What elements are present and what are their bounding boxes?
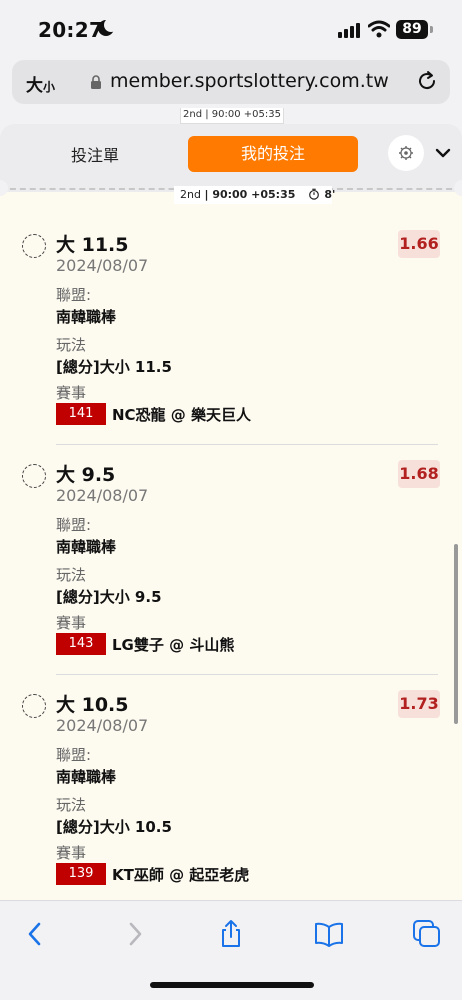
- event-label: 賽事: [56, 614, 87, 632]
- home-indicator: [150, 982, 314, 988]
- sheet-header: 投注單 我的投注: [0, 124, 462, 192]
- bet-date: 2024/08/07: [56, 716, 149, 735]
- bet-card[interactable]: 大 9.5 2024/08/07 1.68 聯盟: 南韓職棒 玩法 [總分]大小…: [0, 458, 462, 688]
- url-bar[interactable]: 大小 member.sportslottery.com.tw: [12, 60, 450, 104]
- scrollbar[interactable]: [454, 544, 458, 724]
- market-value: [總分]大小 11.5: [56, 358, 172, 376]
- event-name: LG雙子 @ 斗山熊: [112, 635, 235, 654]
- status-bar: 20:27 89: [0, 0, 462, 58]
- chevron-down-icon[interactable]: [434, 144, 452, 162]
- match-clock: 90:00 +05:35: [212, 188, 296, 201]
- event-name: NC恐龍 @ 樂天巨人: [112, 405, 252, 424]
- battery-tip: [430, 26, 433, 33]
- event-name: KT巫師 @ 起亞老虎: [112, 865, 250, 884]
- reload-icon[interactable]: [416, 70, 438, 92]
- loading-icon: [22, 464, 46, 488]
- match-clock-peek: 2nd | 90:00 +05:35: [180, 108, 284, 124]
- bet-date: 2024/08/07: [56, 486, 149, 505]
- bet-card[interactable]: 大 11.5 2024/08/07 1.66 聯盟: 南韓職棒 玩法 [總分]大…: [0, 228, 462, 458]
- loading-icon: [22, 234, 46, 258]
- league-label: 聯盟:: [56, 286, 92, 304]
- event-number-badge: 141: [56, 403, 106, 425]
- share-icon[interactable]: [216, 919, 246, 949]
- moon-icon: [98, 18, 118, 36]
- bookmarks-icon[interactable]: [314, 919, 344, 949]
- bet-card[interactable]: 大 10.5 2024/08/07 1.73 聯盟: 南韓職棒 玩法 [總分]大…: [0, 688, 462, 900]
- market-label: 玩法: [56, 566, 87, 584]
- odds-badge: 1.73: [398, 690, 440, 718]
- league-value: 南韓職棒: [56, 308, 117, 326]
- bet-selection: 大 11.5: [56, 234, 129, 256]
- match-period: 2nd: [180, 188, 201, 201]
- event-label: 賽事: [56, 384, 87, 402]
- league-value: 南韓職棒: [56, 768, 117, 786]
- bet-selection: 大 10.5: [56, 694, 129, 716]
- cellular-signal-icon: [338, 22, 362, 38]
- loading-icon: [22, 694, 46, 718]
- event-label: 賽事: [56, 844, 87, 862]
- bet-sheet: 投注單 我的投注 2nd | 90:00 +05:35 8' 大 11.5 20…: [0, 124, 462, 900]
- tab-betslip[interactable]: 投注單: [40, 140, 150, 172]
- clock-time: 20:27: [38, 18, 104, 42]
- bet-selection: 大 9.5: [56, 464, 116, 486]
- text-size-button[interactable]: 大小: [26, 71, 55, 96]
- odds-badge: 1.66: [398, 230, 440, 258]
- battery-icon: 89: [396, 20, 428, 39]
- event-number-badge: 139: [56, 863, 106, 885]
- event-number-badge: 143: [56, 633, 106, 655]
- stopwatch-icon: [309, 188, 319, 200]
- tabs-icon[interactable]: [412, 919, 442, 949]
- tab-my-bets[interactable]: 我的投注: [188, 136, 358, 172]
- league-label: 聯盟:: [56, 516, 92, 534]
- event-row: 143 LG雙子 @ 斗山熊: [56, 633, 234, 655]
- match-clock-tag: 2nd | 90:00 +05:35 8': [174, 186, 336, 204]
- settings-button[interactable]: [388, 135, 424, 171]
- match-elapsed: 8': [324, 188, 336, 201]
- wifi-icon: [368, 20, 390, 38]
- back-icon[interactable]: [20, 919, 50, 949]
- odds-badge: 1.68: [398, 460, 440, 488]
- market-value: [總分]大小 10.5: [56, 818, 172, 836]
- bet-divider: [56, 674, 438, 675]
- league-value: 南韓職棒: [56, 538, 117, 556]
- bet-date: 2024/08/07: [56, 256, 149, 275]
- league-label: 聯盟:: [56, 746, 92, 764]
- ticket-notch-right: [454, 180, 462, 196]
- market-label: 玩法: [56, 336, 87, 354]
- lock-icon: [91, 75, 101, 89]
- bet-divider: [56, 444, 438, 445]
- gear-icon: [399, 146, 413, 160]
- event-row: 141 NC恐龍 @ 樂天巨人: [56, 403, 251, 425]
- event-row: 139 KT巫師 @ 起亞老虎: [56, 863, 249, 885]
- forward-icon[interactable]: [120, 919, 150, 949]
- market-value: [總分]大小 9.5: [56, 588, 162, 606]
- url-text[interactable]: member.sportslottery.com.tw: [110, 70, 389, 92]
- market-label: 玩法: [56, 796, 87, 814]
